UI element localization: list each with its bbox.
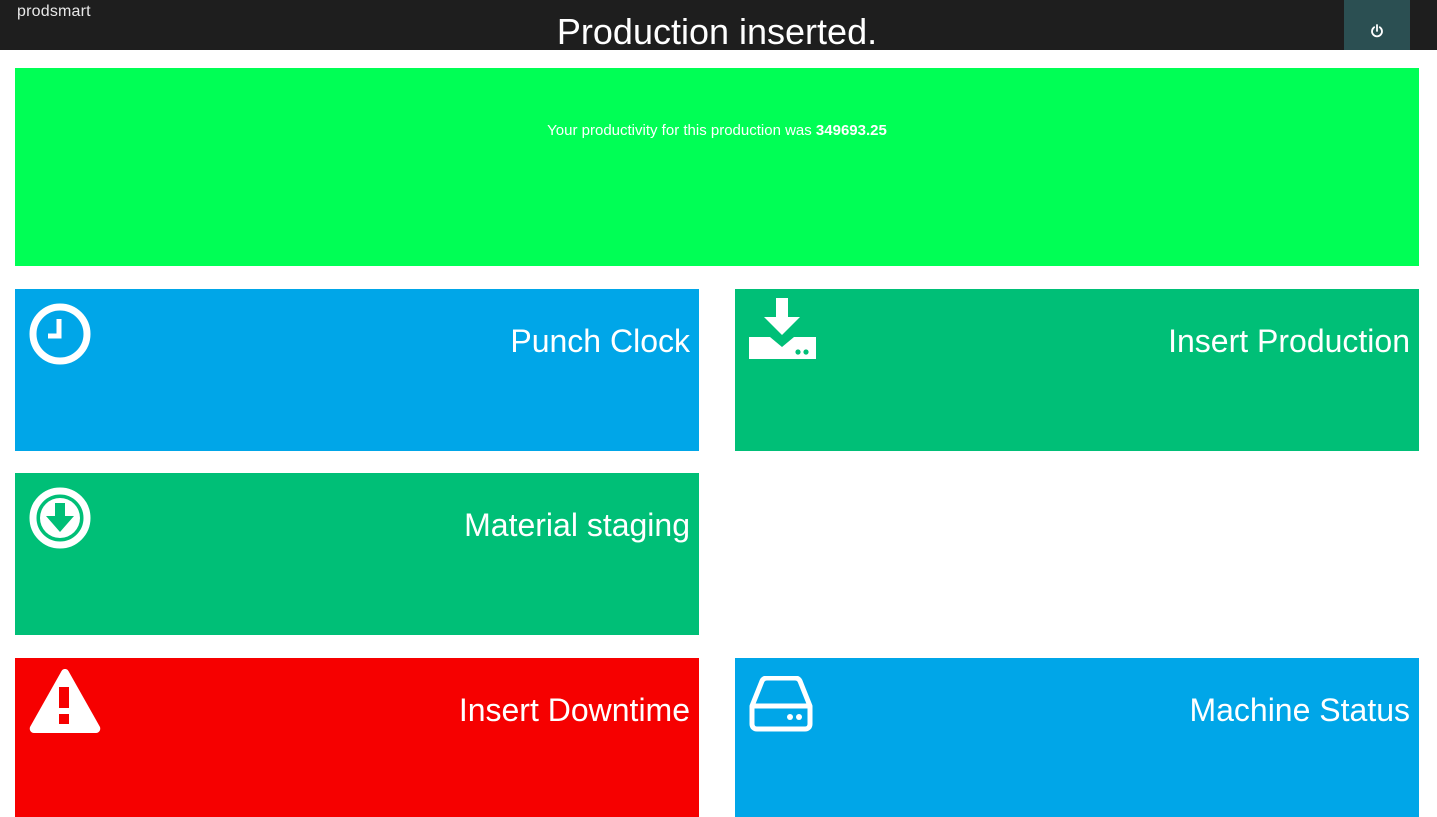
banner-subtitle: Your productivity for this production wa… bbox=[15, 122, 1419, 139]
material-staging-tile[interactable]: Material staging bbox=[15, 473, 699, 635]
tile-label: Machine Status bbox=[1189, 692, 1410, 728]
tile-label: Insert Production bbox=[1168, 323, 1410, 359]
insert-production-tile[interactable]: Insert Production bbox=[735, 289, 1419, 451]
download-tray-icon bbox=[749, 298, 816, 359]
tile-label: Punch Clock bbox=[510, 323, 690, 359]
warning-icon bbox=[29, 669, 101, 733]
banner-title: Production inserted. bbox=[556, 11, 878, 52]
banner-subtitle-text: Your productivity for this production wa… bbox=[547, 122, 816, 139]
arrow-down-circle-icon bbox=[29, 487, 91, 549]
hard-drive-icon bbox=[749, 676, 813, 732]
clock-icon bbox=[29, 303, 91, 365]
productivity-value: 349693.25 bbox=[815, 122, 887, 139]
machine-status-tile[interactable]: Machine Status bbox=[735, 658, 1419, 817]
tile-label: Insert Downtime bbox=[458, 692, 690, 728]
success-banner: Production inserted. Your productivity f… bbox=[15, 11, 1419, 266]
insert-downtime-tile[interactable]: Insert Downtime bbox=[15, 658, 699, 817]
punch-clock-tile[interactable]: Punch Clock bbox=[15, 289, 699, 451]
tile-label: Material staging bbox=[464, 507, 690, 543]
